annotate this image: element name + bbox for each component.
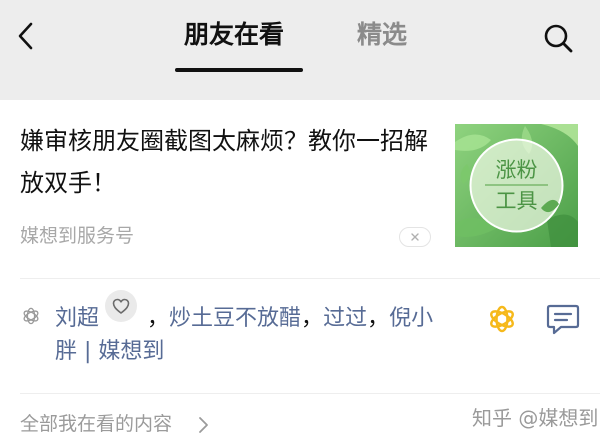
article-title: 嫌审核朋友圈截图太麻烦？教你一招解放双手！ [20, 127, 428, 197]
search-icon [544, 24, 573, 53]
top-bar: 朋友在看 精选 [0, 0, 600, 100]
heart-icon [112, 298, 130, 314]
flower-outline-icon [23, 307, 39, 325]
friend-name-link[interactable]: 刘超 [55, 306, 99, 331]
article-thumbnail[interactable]: 涨粉 工具 [455, 124, 578, 247]
all-watched-content-link[interactable]: 全部我在看的内容 [20, 412, 172, 436]
article-card[interactable]: 嫌审核朋友圈截图太麻烦？教你一招解放双手！ 媒想到服务号 涨粉 工具 [0, 100, 600, 278]
active-tab-indicator [175, 68, 303, 72]
friend-name-link[interactable]: 过过 [323, 306, 367, 331]
back-button[interactable] [12, 18, 42, 54]
tab-featured[interactable]: 精选 [357, 17, 413, 57]
thumbnail-text-line1: 涨粉 [496, 158, 538, 182]
watermark: 知乎 @媒想到 [472, 406, 599, 430]
thumbnail-text-line2: 工具 [496, 189, 538, 213]
friend-name-link[interactable]: 炒土豆不放醋 [169, 306, 301, 331]
name-separator: ， [147, 306, 170, 331]
chevron-right-icon[interactable] [196, 415, 210, 435]
tab-friends-watching[interactable]: 朋友在看 [184, 17, 294, 57]
comment-button[interactable] [545, 302, 581, 336]
dismiss-button[interactable] [399, 227, 431, 247]
name-separator: ， [367, 306, 390, 331]
article-source: 媒想到服务号 [20, 225, 135, 247]
article-thumbnail-image: 涨粉 工具 [455, 124, 578, 247]
close-icon [411, 233, 419, 241]
wow-flower-icon [490, 305, 514, 333]
chevron-left-icon [18, 22, 33, 50]
search-button[interactable] [540, 20, 576, 56]
comment-icon [546, 304, 580, 335]
wow-button[interactable] [485, 302, 519, 336]
name-separator: | [77, 339, 99, 364]
name-separator: ， [301, 306, 324, 331]
friend-name-link[interactable]: 媒想到 [98, 339, 164, 364]
like-bubble[interactable] [105, 290, 137, 322]
